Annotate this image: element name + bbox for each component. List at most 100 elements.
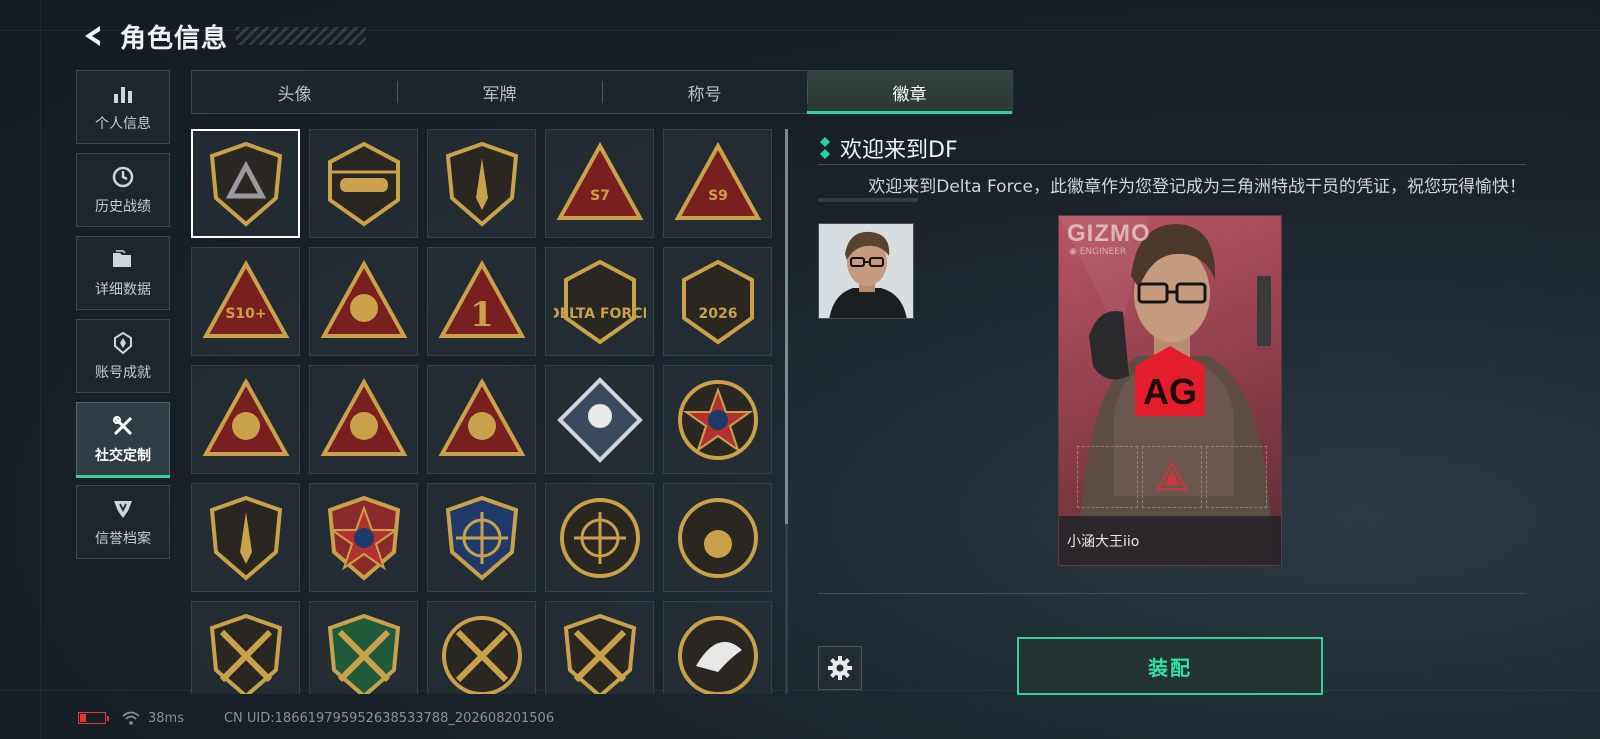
page-title: 角色信息 bbox=[120, 23, 229, 54]
badge-cell[interactable] bbox=[309, 483, 418, 592]
achievement-icon bbox=[110, 330, 136, 356]
badge-cell[interactable] bbox=[427, 365, 536, 474]
delta-force-2025-badge-icon: DELTA FORCE bbox=[554, 259, 646, 344]
skull-round-badge-icon bbox=[677, 497, 758, 578]
badge-cell[interactable] bbox=[427, 129, 536, 238]
badge-cell[interactable] bbox=[191, 129, 300, 238]
badge-cell[interactable] bbox=[663, 601, 772, 694]
number-one-badge-icon: 1 bbox=[438, 259, 525, 338]
user-uid: CN UID:18661979595263853378​8_2026082015… bbox=[223, 710, 555, 726]
badge-cell[interactable] bbox=[427, 483, 536, 592]
badge-cell[interactable] bbox=[309, 365, 418, 474]
badge-cell[interactable] bbox=[427, 601, 536, 694]
player-card-preview: GIZMO ◉ ENGINEER AG 小涵大王iio bbox=[1058, 215, 1282, 566]
equip-button-label: 装配 bbox=[1148, 655, 1192, 680]
bar-chart-icon bbox=[110, 81, 136, 107]
divider bbox=[818, 164, 1526, 165]
svg-text:S9: S9 bbox=[708, 188, 728, 204]
badge-cell[interactable]: 1 bbox=[427, 247, 536, 356]
battery-low-icon bbox=[78, 712, 109, 724]
sidebar-item-label: 账号成就 bbox=[95, 365, 151, 381]
diamond-marker-icon bbox=[820, 137, 830, 159]
clock-icon bbox=[110, 164, 136, 190]
card-badge-slots bbox=[1077, 446, 1268, 508]
badge-cell[interactable] bbox=[191, 483, 300, 592]
card-operator-class: ◉ ENGINEER bbox=[1069, 247, 1127, 257]
sidebar-item-label: 历史战绩 bbox=[95, 199, 151, 215]
badge-cell[interactable] bbox=[545, 483, 654, 592]
sidebar-item-label: 个人信息 bbox=[95, 116, 151, 132]
badge-description-box: 欢迎来到Delta Force，此徽章作为您登记成为三角洲特战干员的凭证，祝您玩… bbox=[818, 172, 1526, 198]
badge-cell[interactable]: DELTA FORCE bbox=[545, 247, 654, 356]
badge-cell[interactable]: S10+ bbox=[191, 247, 300, 356]
crest-shield-badge-icon bbox=[209, 495, 282, 581]
badge-cell[interactable] bbox=[191, 601, 300, 694]
s7-triangle-badge-icon: S7 bbox=[556, 141, 643, 220]
badge-cell[interactable] bbox=[309, 129, 418, 238]
ping-value: 38ms bbox=[148, 710, 184, 726]
usb-triangle-badge-icon bbox=[202, 377, 289, 456]
card-badge-slot bbox=[1077, 446, 1138, 508]
sidebar-item-label: 社交定制 bbox=[95, 448, 151, 464]
star-shield-gold-badge-icon bbox=[327, 495, 400, 581]
ag-team-logo: AG bbox=[1135, 346, 1205, 416]
svg-text:S10+: S10+ bbox=[225, 306, 266, 322]
badge-cell[interactable]: S7 bbox=[545, 129, 654, 238]
sidebar-item-achievements[interactable]: 账号成就 bbox=[76, 319, 170, 393]
badge-cell[interactable] bbox=[663, 365, 772, 474]
description-fade bbox=[818, 198, 918, 202]
sidebar-item-detailed-data[interactable]: 详细数据 bbox=[76, 236, 170, 310]
sidebar-item-credit[interactable]: 信誉档案 bbox=[76, 485, 170, 559]
delta-force-2026-badge-icon: 2026 bbox=[681, 259, 754, 344]
badge-cell[interactable]: S9 bbox=[663, 129, 772, 238]
sidebar-item-personal-info[interactable]: 个人信息 bbox=[76, 70, 170, 144]
soldiers-triangle-badge-icon bbox=[438, 377, 525, 456]
tab-title[interactable]: 称号 bbox=[602, 71, 807, 113]
sidebar-item-label: 信誉档案 bbox=[95, 531, 151, 547]
settings-button[interactable] bbox=[818, 646, 862, 690]
dice-triangle-badge-icon bbox=[320, 377, 407, 456]
tab-bar: 头像 军牌 称号 徽章 bbox=[191, 70, 1013, 114]
badge-cell[interactable] bbox=[309, 247, 418, 356]
delta-shield-badge-icon bbox=[209, 141, 282, 227]
back-button[interactable] bbox=[78, 21, 108, 51]
tab-badge[interactable]: 徽章 bbox=[807, 71, 1012, 114]
gear-icon bbox=[828, 656, 852, 680]
wifi-icon bbox=[122, 711, 140, 725]
player-avatar[interactable] bbox=[818, 223, 914, 319]
tab-dogtag[interactable]: 军牌 bbox=[397, 71, 602, 113]
badge-grid: S7 S9 S10+ 1 DELTA FORCE 2026 bbox=[191, 129, 781, 694]
back-arrow-icon bbox=[85, 26, 100, 46]
crossed-rifles-badge-icon bbox=[209, 613, 282, 694]
crosshair-skull-badge-icon bbox=[559, 497, 640, 578]
badge-cell[interactable] bbox=[309, 601, 418, 694]
badge-cell[interactable]: 2026 bbox=[663, 247, 772, 356]
badge-cell[interactable] bbox=[663, 483, 772, 592]
helicopter-badge-icon bbox=[327, 141, 400, 226]
sidebar-item-history[interactable]: 历史战绩 bbox=[76, 153, 170, 227]
sidebar-item-social-custom[interactable]: 社交定制 bbox=[76, 402, 170, 478]
svg-text:1: 1 bbox=[470, 295, 494, 335]
star-shield-blue-badge-icon bbox=[445, 495, 518, 581]
badge-cell[interactable] bbox=[191, 365, 300, 474]
star-emblem-badge-icon bbox=[677, 379, 758, 460]
scrollbar-thumb[interactable] bbox=[785, 129, 788, 524]
card-badge-slot bbox=[1141, 446, 1203, 508]
badge-description: 欢迎来到Delta Force，此徽章作为您登记成为三角洲特战干员的凭证，祝您玩… bbox=[868, 177, 1526, 197]
badge-title: 欢迎来到DF bbox=[840, 138, 958, 163]
badge-cell[interactable] bbox=[545, 601, 654, 694]
sniper-round-badge-icon bbox=[441, 615, 522, 694]
badge-cell[interactable] bbox=[545, 365, 654, 474]
card-badge-slot bbox=[1206, 446, 1268, 508]
sidebar: 个人信息 历史战绩 详细数据 账号成就 社交定制 信誉档案 bbox=[76, 70, 172, 568]
green-rifle-badge-icon bbox=[327, 613, 400, 694]
divider bbox=[818, 593, 1526, 594]
svg-text:S7: S7 bbox=[590, 188, 610, 204]
tab-avatar[interactable]: 头像 bbox=[192, 71, 397, 113]
crossed-rifles-gold-badge-icon bbox=[563, 613, 636, 694]
avatar-portrait-image bbox=[819, 224, 913, 318]
grid-line bbox=[40, 0, 41, 739]
equip-button[interactable]: 装配 bbox=[1017, 637, 1323, 695]
card-footer: 小涵大王iio bbox=[1059, 516, 1281, 565]
player-name: 小涵大王iio bbox=[1067, 533, 1140, 550]
